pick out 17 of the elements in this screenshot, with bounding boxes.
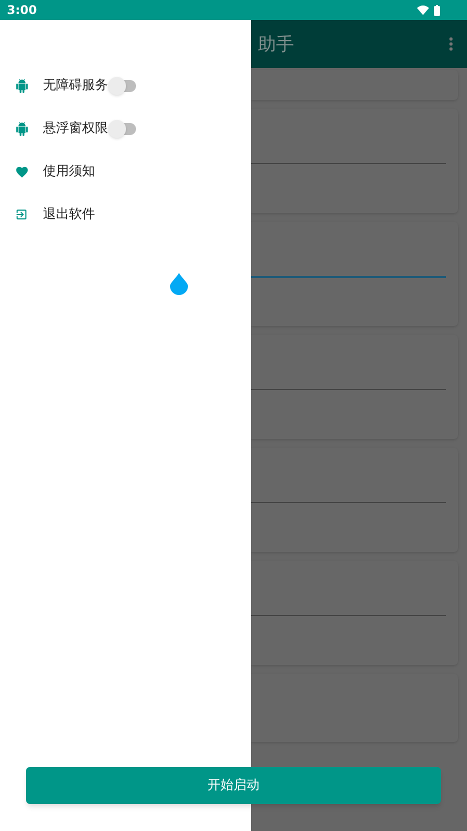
- app-title: 助手: [258, 32, 294, 56]
- drawer-item[interactable]: 退出软件: [0, 193, 251, 236]
- drop-icon: [170, 273, 188, 295]
- start-button[interactable]: 开始启动: [26, 767, 441, 804]
- toggle-switch[interactable]: [108, 120, 138, 138]
- drawer-item[interactable]: 使用须知: [0, 150, 251, 193]
- android-icon: [15, 122, 29, 136]
- more-icon[interactable]: [449, 37, 453, 51]
- drawer-item[interactable]: 悬浮窗权限: [0, 107, 251, 150]
- toggle-switch[interactable]: [108, 76, 138, 94]
- wifi-icon: [417, 5, 429, 15]
- battery-icon: [434, 4, 440, 16]
- drawer-item[interactable]: 无障碍服务: [0, 64, 251, 107]
- exit-icon: [15, 208, 28, 221]
- heart-icon: [15, 165, 29, 178]
- android-icon: [15, 78, 29, 92]
- clock: 3:00: [7, 2, 37, 19]
